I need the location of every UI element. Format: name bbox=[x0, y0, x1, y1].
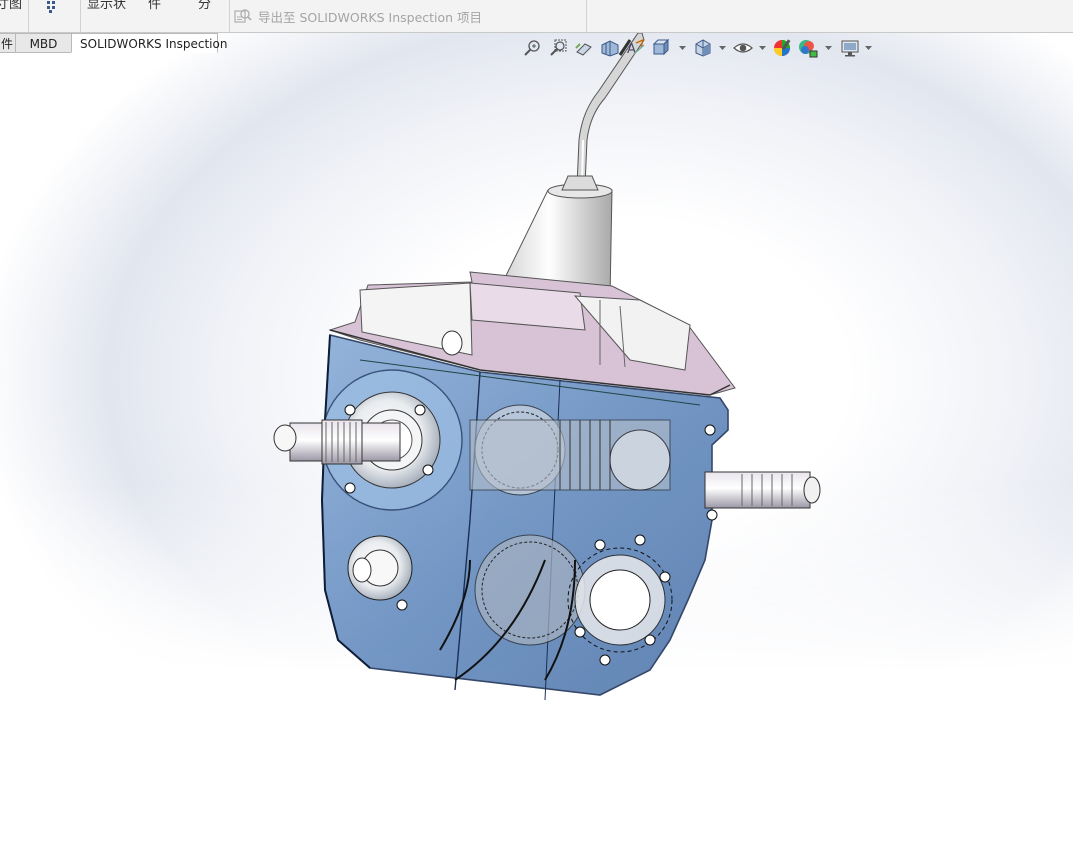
previous-view-icon[interactable] bbox=[573, 37, 595, 59]
inspection-export-icon bbox=[234, 9, 252, 23]
tab-mbd[interactable]: MBD bbox=[15, 33, 72, 53]
zoom-to-area-icon[interactable] bbox=[547, 37, 569, 59]
chevron-down-icon[interactable] bbox=[679, 45, 686, 51]
chevron-down-icon[interactable] bbox=[825, 45, 832, 51]
apply-scene-icon[interactable] bbox=[797, 37, 819, 59]
tab-parts[interactable]: 件 bbox=[0, 33, 16, 53]
ribbon-grid-icon[interactable] bbox=[46, 0, 60, 14]
gearbox-assembly-model[interactable] bbox=[0, 0, 1073, 852]
chevron-down-icon[interactable] bbox=[865, 45, 872, 51]
export-to-inspection-button[interactable]: 导出至 SOLIDWORKS Inspection 项目 bbox=[234, 6, 482, 26]
ribbon-fragment-5[interactable]: 分 bbox=[198, 0, 211, 12]
edit-appearance-icon[interactable] bbox=[772, 37, 794, 59]
output-shaft bbox=[704, 471, 821, 509]
tab-label: SOLIDWORKS Inspection bbox=[80, 37, 228, 51]
dynamic-annotation-views-icon[interactable]: A bbox=[625, 37, 647, 59]
tab-label: 件 bbox=[1, 37, 14, 51]
ribbon-fragment-3[interactable]: 显示状 bbox=[87, 0, 126, 12]
tab-solidworks-inspection[interactable]: SOLIDWORKS Inspection bbox=[71, 33, 227, 53]
display-style-icon[interactable] bbox=[692, 37, 714, 59]
export-to-inspection-label: 导出至 SOLIDWORKS Inspection 项目 bbox=[258, 9, 483, 25]
ribbon-fragment-4[interactable]: 件 bbox=[148, 0, 161, 12]
ribbon-fragment-1[interactable]: 寸图 bbox=[0, 0, 22, 12]
section-view-icon[interactable] bbox=[599, 37, 621, 59]
command-manager-ribbon: 寸图 显示状 件 分 导出至 SOLIDWORKS Inspection 项目 bbox=[0, 0, 1073, 33]
svg-text:A: A bbox=[627, 42, 636, 57]
chevron-down-icon[interactable] bbox=[719, 45, 726, 51]
chevron-down-icon[interactable] bbox=[759, 45, 766, 51]
input-shaft bbox=[273, 419, 401, 465]
view-orientation-icon[interactable] bbox=[651, 37, 673, 59]
zoom-to-fit-icon[interactable] bbox=[521, 37, 543, 59]
view-settings-icon[interactable] bbox=[839, 37, 861, 59]
hide-show-items-icon[interactable] bbox=[732, 37, 754, 59]
tab-label: MBD bbox=[29, 37, 58, 51]
